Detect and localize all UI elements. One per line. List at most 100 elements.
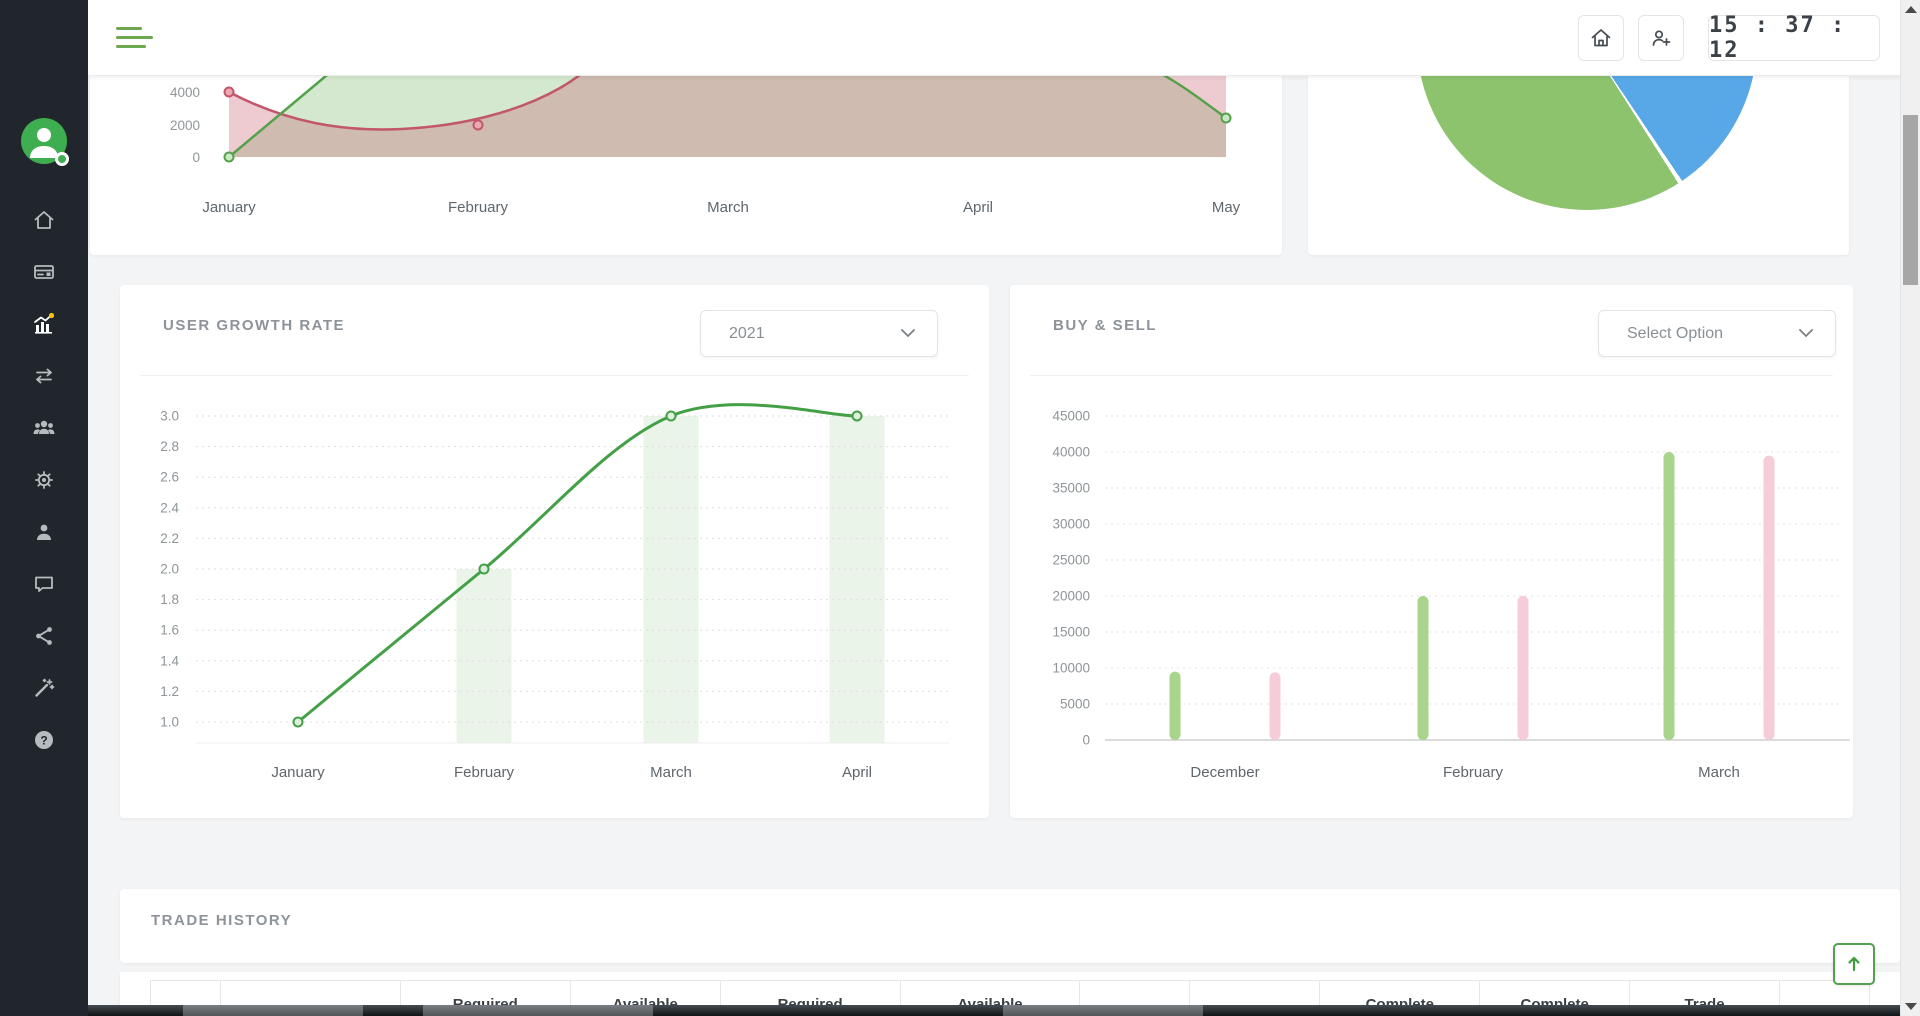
trade-history-header-card: TRADE HISTORY — [120, 889, 1900, 963]
x-label: April — [842, 764, 872, 781]
swap-arrows-icon — [32, 364, 56, 388]
y-tick: 40000 — [1052, 445, 1090, 460]
user-avatar[interactable] — [21, 118, 67, 164]
home-icon — [1589, 26, 1613, 50]
x-label: January — [202, 199, 256, 216]
buy-bar — [1418, 596, 1429, 740]
divider — [1030, 375, 1833, 376]
y-tick: 0 — [192, 150, 200, 165]
scrollbar-thumb[interactable] — [1903, 115, 1918, 285]
user-growth-title: USER GROWTH RATE — [163, 317, 345, 334]
sidebar-item-tools[interactable] — [31, 675, 57, 701]
sell-bar — [1764, 456, 1775, 740]
x-label: March — [707, 199, 749, 216]
scroll-to-top-button[interactable] — [1833, 943, 1875, 985]
x-label: February — [454, 764, 515, 781]
sidebar-item-settings[interactable] — [31, 467, 57, 493]
y-tick: 2.2 — [160, 531, 179, 546]
year-select[interactable]: 2021 — [700, 310, 938, 357]
y-tick: 20000 — [1052, 589, 1090, 604]
user-growth-card: USER GROWTH RATE 2021 3.02.82.62.42.22.0… — [120, 285, 989, 818]
growth-point — [480, 565, 489, 574]
user-growth-chart: 3.02.82.62.42.22.01.81.61.41.21.0January… — [120, 285, 989, 818]
sidebar-item-share[interactable] — [31, 623, 57, 649]
single-user-icon — [32, 520, 56, 544]
y-tick: 2.6 — [160, 470, 179, 485]
home-button[interactable] — [1578, 15, 1624, 61]
growth-point — [294, 718, 303, 727]
horizontal-scrollbar[interactable] — [88, 1005, 1900, 1016]
growth-line — [298, 405, 857, 722]
x-label: December — [1190, 764, 1259, 781]
y-tick: 5000 — [1060, 697, 1090, 712]
sidebar-item-transactions[interactable] — [31, 363, 57, 389]
sell-bar — [1518, 596, 1529, 740]
svg-text:?: ? — [40, 734, 47, 748]
y-tick: 2.0 — [160, 562, 179, 577]
online-status-dot — [55, 152, 69, 166]
x-label: February — [448, 199, 509, 216]
sidebar-item-home[interactable] — [31, 207, 57, 233]
y-tick: 4000 — [170, 85, 200, 100]
buy-bar — [1170, 672, 1181, 740]
sidebar-item-users[interactable] — [31, 415, 57, 441]
x-label: March — [1698, 764, 1740, 781]
y-tick: 2000 — [170, 118, 200, 133]
gear-icon — [32, 468, 56, 492]
chevron-down-icon — [901, 329, 915, 338]
y-tick: 25000 — [1052, 553, 1090, 568]
sidebar-item-payments[interactable] — [31, 259, 57, 285]
growth-point — [667, 412, 676, 421]
divider — [140, 375, 969, 376]
h-scrollbar-segment — [423, 1005, 653, 1016]
users-group-icon — [31, 415, 57, 441]
y-tick: 1.4 — [160, 653, 179, 668]
analytics-chart-icon — [31, 311, 57, 337]
y-tick: 0 — [1082, 733, 1090, 748]
y-tick: 1.8 — [160, 592, 179, 607]
option-select[interactable]: Select Option — [1598, 310, 1836, 357]
y-tick: 3.0 — [160, 409, 179, 424]
dashboard-root: ? 15 : 37 : 12 400020000JanuaryFebruaryM… — [0, 0, 1920, 1016]
sidebar-item-account[interactable] — [31, 519, 57, 545]
y-tick: 1.0 — [160, 715, 179, 730]
y-tick: 45000 — [1052, 409, 1090, 424]
buy-sell-title: BUY & SELL — [1053, 317, 1157, 334]
chevron-down-icon — [1799, 329, 1813, 338]
credit-card-icon — [32, 260, 56, 284]
y-tick: 10000 — [1052, 661, 1090, 676]
scrollbar-down-arrow[interactable] — [1905, 1003, 1917, 1010]
magic-wand-icon — [32, 676, 56, 700]
sidebar-item-analytics[interactable] — [31, 311, 57, 337]
sidebar-item-help[interactable]: ? — [31, 727, 57, 753]
scrollbar-up-arrow[interactable] — [1905, 6, 1917, 13]
clock-time: 15 : 37 : 12 — [1709, 13, 1879, 63]
hamburger-menu-button[interactable] — [116, 27, 156, 48]
vertical-scrollbar[interactable] — [1900, 0, 1920, 1016]
sidebar: ? — [0, 0, 88, 1016]
growth-point — [853, 412, 862, 421]
y-tick: 35000 — [1052, 481, 1090, 496]
growth-bar — [457, 569, 512, 743]
help-icon: ? — [32, 728, 56, 752]
home-icon — [32, 208, 56, 232]
buy-sell-chart: 4500040000350003000025000200001500010000… — [1010, 285, 1853, 818]
year-select-value: 2021 — [729, 325, 765, 343]
y-tick: 1.6 — [160, 623, 179, 638]
y-tick: 15000 — [1052, 625, 1090, 640]
add-user-button[interactable] — [1638, 15, 1684, 61]
h-scrollbar-segment — [1003, 1005, 1203, 1016]
trade-history-title: TRADE HISTORY — [151, 912, 292, 929]
h-scrollbar-segment — [183, 1005, 363, 1016]
y-tick: 2.8 — [160, 439, 179, 454]
sell-point — [474, 121, 483, 130]
buy-point — [1222, 114, 1231, 123]
share-icon — [32, 624, 56, 648]
x-label: February — [1443, 764, 1504, 781]
sidebar-item-messages[interactable] — [31, 571, 57, 597]
sidebar-nav: ? — [0, 207, 88, 753]
option-select-placeholder: Select Option — [1627, 325, 1723, 343]
up-arrow-icon — [1845, 955, 1863, 973]
sell-bar — [1270, 672, 1281, 740]
x-label: January — [271, 764, 325, 781]
